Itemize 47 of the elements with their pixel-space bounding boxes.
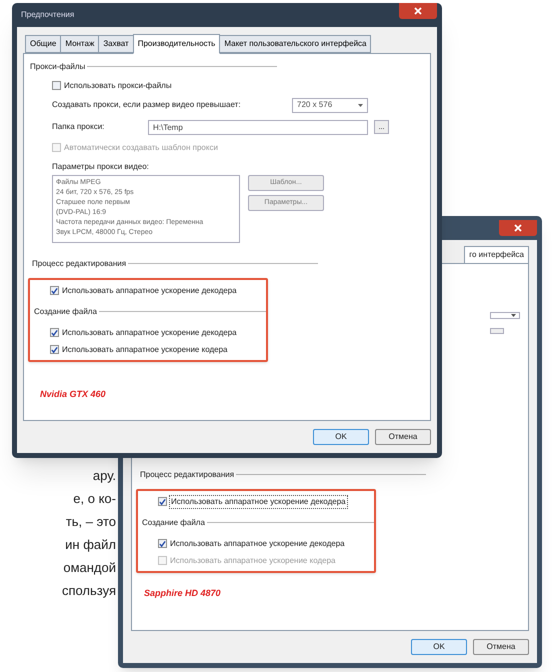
dialog-button[interactable]: OK: [313, 429, 369, 445]
checkmark-icon: [51, 286, 58, 294]
close-button[interactable]: [499, 220, 537, 236]
section-header: Прокси-файлы: [30, 60, 86, 72]
field-label: Создавать прокси, если размер видео превышает:: [52, 99, 242, 111]
section-header: Создание файла: [142, 516, 205, 528]
article-text: ару.: [92, 467, 116, 485]
window-title: Предпочтения: [20, 9, 74, 21]
article-text: ин файл: [65, 536, 116, 554]
card-caption: Sapphire HD 4870: [144, 587, 221, 600]
field-label: Параметры прокси видео:: [51, 161, 149, 173]
dropdown[interactable]: [490, 312, 520, 319]
section-header: Процесс редактирования: [140, 468, 234, 480]
dialog-button[interactable]: OK: [411, 639, 467, 655]
checkbox-option[interactable]: Использовать аппаратное ускорение декодера: [30, 324, 266, 341]
dialog-button[interactable]: Отмена: [375, 429, 431, 445]
card-caption: Nvidia GTX 460: [40, 388, 106, 401]
folder-field[interactable]: H:\Temp: [148, 120, 368, 134]
tab[interactable]: Макет пользовательского интерфейса: [219, 35, 372, 53]
checkbox-option[interactable]: Использовать прокси-файлы: [32, 77, 422, 94]
size-dropdown[interactable]: 720 x 576: [292, 98, 368, 112]
field-label: Папка прокси:: [52, 121, 106, 133]
article-text: омандой: [63, 559, 116, 577]
tab[interactable]: Производительность: [132, 34, 220, 54]
section-header: Процесс редактирования: [32, 258, 126, 270]
close-button[interactable]: [399, 3, 437, 19]
section-header: Создание файла: [34, 306, 97, 318]
caret-icon: [511, 314, 516, 317]
tab[interactable]: Монтаж: [60, 35, 100, 53]
article-text: ть, – это: [66, 513, 116, 531]
caret-icon: [358, 104, 363, 106]
tab[interactable]: Общие: [25, 35, 62, 53]
close-icon: [514, 224, 522, 232]
checkmark-icon: [51, 346, 58, 354]
tab[interactable]: Захват: [98, 35, 134, 53]
article-text: е, о ко-: [73, 490, 116, 508]
close-icon: [414, 7, 422, 15]
checkmark-icon: [159, 498, 166, 506]
checkbox-option[interactable]: Использовать аппаратное ускорение декодера: [30, 282, 266, 299]
checkbox-option[interactable]: Использовать аппаратное ускорение декодера: [138, 493, 374, 510]
checkbox-option[interactable]: Использовать аппаратное ускорение декодера: [138, 535, 374, 552]
checkbox-option[interactable]: Использовать аппаратное ускорение кодера: [30, 341, 266, 358]
checkmark-icon: [51, 328, 58, 336]
article-text: спользуя: [62, 582, 116, 600]
dialog-button[interactable]: Отмена: [473, 639, 529, 655]
tab[interactable]: го интерфейса: [464, 246, 529, 263]
checkmark-icon: [159, 540, 166, 548]
